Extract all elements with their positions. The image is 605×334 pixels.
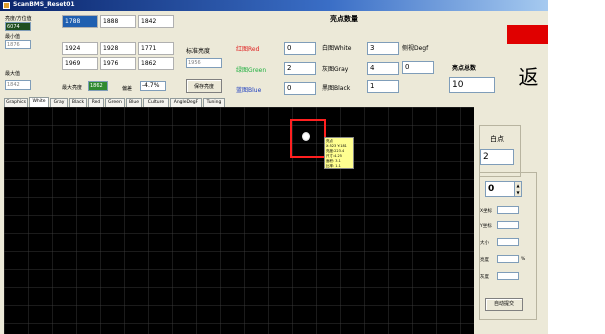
- grid-cell[interactable]: 1924: [62, 42, 98, 55]
- label-min: 最小值: [5, 34, 21, 40]
- white-dot-field[interactable]: 2: [480, 149, 514, 165]
- value-min-field[interactable]: 1876: [5, 40, 31, 49]
- white-label: 白图White: [322, 45, 352, 52]
- grid-cell[interactable]: 1788: [62, 15, 98, 28]
- main-window: ScanBMS_Reset01 亮度/方位值 6074 最小值 1876 最大值…: [0, 0, 548, 334]
- tooltip-line: 比率: 1.1: [326, 164, 341, 168]
- counts-title: 亮点数量: [330, 15, 358, 23]
- cal-label: 最大亮度: [62, 85, 83, 91]
- auto-submit-button[interactable]: 自动提交: [485, 298, 523, 311]
- slant-label: 侧视Degf: [402, 45, 429, 52]
- bright-spot: [302, 132, 310, 141]
- grid-cell[interactable]: 1862: [138, 57, 174, 70]
- spinner-arrows[interactable]: ▲ ▼: [514, 181, 522, 197]
- std-value-field[interactable]: 1956: [186, 58, 222, 68]
- row-label: 大小: [480, 241, 489, 246]
- dev-label: 偏差: [122, 86, 133, 92]
- std-label: 标准亮度: [186, 48, 211, 55]
- green-count-field[interactable]: 2: [284, 62, 316, 75]
- percent-label: %: [521, 257, 526, 262]
- dev-value-field[interactable]: -4.7%: [140, 81, 166, 91]
- grid-cell[interactable]: 1976: [100, 57, 136, 70]
- grid-cell[interactable]: 1771: [138, 42, 174, 55]
- value-max-field[interactable]: 1842: [5, 80, 31, 90]
- tab-graphics[interactable]: Graphics: [4, 98, 28, 107]
- tab-gray[interactable]: Gray: [50, 98, 68, 107]
- grid-cell[interactable]: 1928: [100, 42, 136, 55]
- tab-black[interactable]: Black: [69, 98, 87, 107]
- black-label: 黑图Black: [322, 85, 351, 92]
- title-bar: ScanBMS_Reset01: [0, 0, 548, 11]
- row-field[interactable]: [497, 221, 519, 229]
- spinner-field[interactable]: 0: [485, 181, 515, 197]
- alert-indicator: [507, 25, 548, 44]
- row-field[interactable]: [497, 238, 519, 246]
- tab-culture[interactable]: Culture: [143, 98, 169, 107]
- total-label: 亮点总数: [452, 65, 477, 72]
- black-count-field[interactable]: 1: [367, 80, 399, 93]
- white-dot-label: 白点: [490, 135, 504, 143]
- row-label: 亮度: [480, 258, 489, 263]
- row-field[interactable]: [497, 272, 519, 280]
- row-label: Y坐标: [480, 224, 492, 229]
- white-count-field[interactable]: 3: [367, 42, 399, 55]
- slant-count-field[interactable]: 0: [402, 61, 434, 74]
- grid-cell[interactable]: 1842: [138, 15, 174, 28]
- app-icon: [3, 2, 10, 9]
- label-max: 最大值: [5, 71, 21, 77]
- tab-tuning[interactable]: Tuning: [203, 98, 225, 107]
- grid-cell[interactable]: 1888: [100, 15, 136, 28]
- row-label: 灰度: [480, 275, 489, 280]
- tab-blue[interactable]: Blue: [126, 98, 142, 107]
- row-field[interactable]: [497, 255, 519, 263]
- window-title: ScanBMS_Reset01: [13, 1, 75, 8]
- save-brightness-button[interactable]: 保存亮度: [186, 79, 222, 93]
- value-top-field[interactable]: 6074: [5, 22, 31, 31]
- red-count-field[interactable]: 0: [284, 42, 316, 55]
- blue-label: 蓝图Blue: [236, 87, 262, 94]
- row-field[interactable]: [497, 206, 519, 214]
- tab-white[interactable]: White: [29, 97, 49, 107]
- return-button[interactable]: 返: [509, 62, 548, 95]
- grid-cell[interactable]: 1969: [62, 57, 98, 70]
- gray-label: 灰图Gray: [322, 66, 349, 73]
- tab-green[interactable]: Green: [105, 98, 125, 107]
- info-tooltip: 亮点 X:523 Y:181 亮度:223.4 尺寸:4.25 面积: 3.1 …: [324, 137, 354, 169]
- green-label: 绿图Green: [236, 67, 267, 74]
- right-panel: 白点 2 0 ▲ ▼ X坐标 Y坐标 大小 亮度 % 灰度 自动提交: [476, 107, 548, 334]
- tab-red[interactable]: Red: [88, 98, 104, 107]
- total-count-field[interactable]: 10: [449, 77, 495, 93]
- row-label: X坐标: [480, 209, 493, 214]
- red-label: 红图Red: [236, 46, 260, 53]
- cal-value-field[interactable]: 1862: [88, 81, 108, 91]
- gray-count-field[interactable]: 4: [367, 62, 399, 75]
- blue-count-field[interactable]: 0: [284, 82, 316, 95]
- label-top: 亮度/方位值: [5, 16, 32, 22]
- image-canvas[interactable]: 亮点 X:523 Y:181 亮度:223.4 尺寸:4.25 面积: 3.1 …: [4, 107, 474, 334]
- tab-angle[interactable]: AngleDegF: [170, 98, 202, 107]
